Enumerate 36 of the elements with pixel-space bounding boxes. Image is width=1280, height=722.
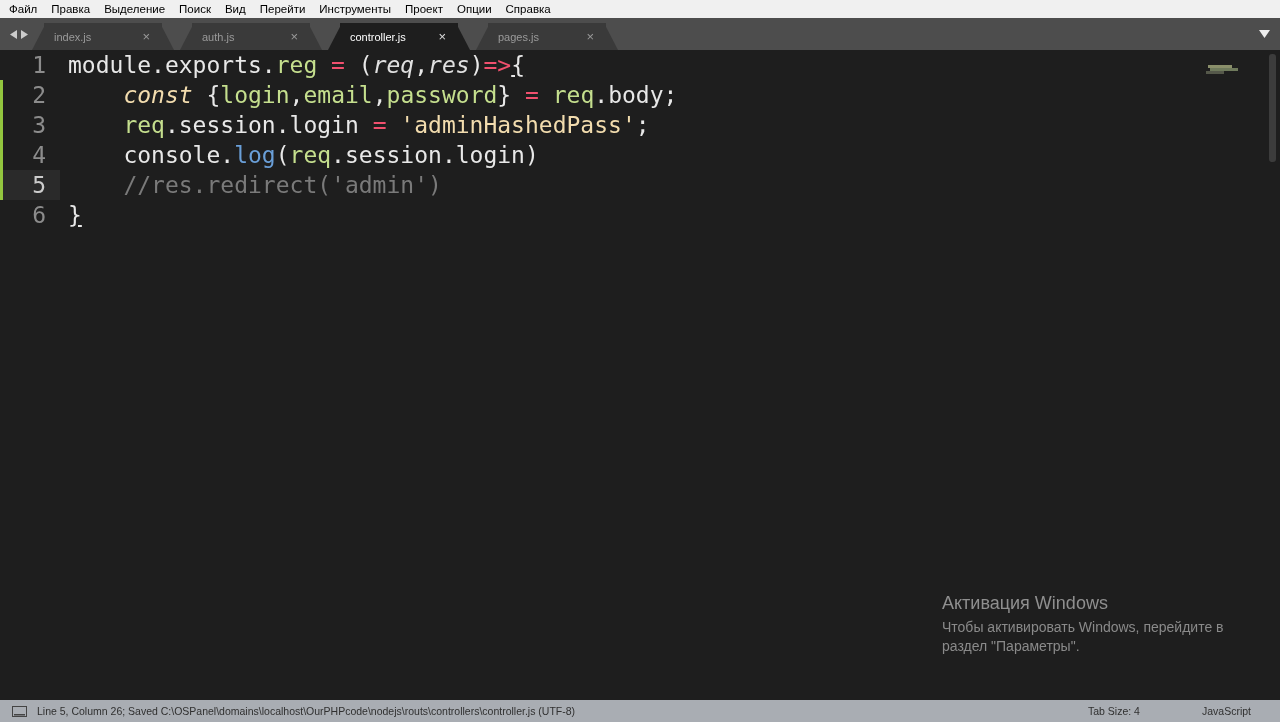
menu-item[interactable]: Выделение	[97, 3, 173, 15]
line-number: 2	[31, 82, 47, 108]
code-line: //res.redirect('admin')	[122, 172, 442, 198]
line-number: 4	[31, 142, 47, 168]
line-number: 5	[31, 172, 47, 198]
status-message: Line 5, Column 26; Saved C:\OSPanel\domains\localhost\OurPHPcode\nodejs\routs\controllers\controller.js (UTF-8)	[37, 705, 577, 717]
menu-item[interactable]: Файл	[2, 3, 45, 15]
code-line: module.exports.reg = (req,res)=>{	[67, 52, 526, 78]
menu-item[interactable]: Справка	[498, 3, 558, 15]
code-line: }	[67, 202, 82, 228]
code-line: console.log(req.session.login)	[122, 142, 539, 168]
close-tab-button[interactable]: ×	[586, 29, 594, 44]
menu-item[interactable]: Инструменты	[312, 3, 399, 15]
activation-title: Активация Windows	[942, 593, 1109, 614]
line-number: 1	[31, 52, 47, 78]
code-line: const {login,email,password} = req.body;	[122, 82, 678, 108]
tab-list-dropdown-icon[interactable]	[1259, 30, 1270, 38]
tab-size-indicator[interactable]: Tab Size: 4	[1088, 705, 1202, 717]
tab-left-arrow-icon[interactable]	[10, 29, 17, 39]
scrollbar[interactable]	[1269, 54, 1276, 162]
menu-item[interactable]: Проект	[398, 3, 450, 15]
line-number: 6	[31, 202, 47, 228]
menu-item[interactable]: Поиск	[172, 3, 218, 15]
menu-item[interactable]: Правка	[44, 3, 98, 15]
menu-item[interactable]: Перейти	[252, 3, 313, 15]
line-number: 3	[31, 112, 47, 138]
menu-item[interactable]: Опции	[449, 3, 499, 15]
console-panel-icon[interactable]	[12, 705, 27, 717]
menu-item[interactable]: Вид	[217, 3, 253, 15]
activation-text: Чтобы активировать Windows, перейдите в раздел "Параметры".	[942, 618, 1225, 656]
close-tab-button[interactable]: ×	[438, 29, 446, 44]
tab-right-arrow-icon[interactable]	[21, 29, 28, 39]
code-line: req.session.login = 'adminHashedPass';	[122, 112, 650, 138]
close-tab-button[interactable]: ×	[142, 29, 150, 44]
close-tab-button[interactable]: ×	[290, 29, 298, 44]
syntax-indicator[interactable]: JavaScript	[1202, 705, 1280, 717]
